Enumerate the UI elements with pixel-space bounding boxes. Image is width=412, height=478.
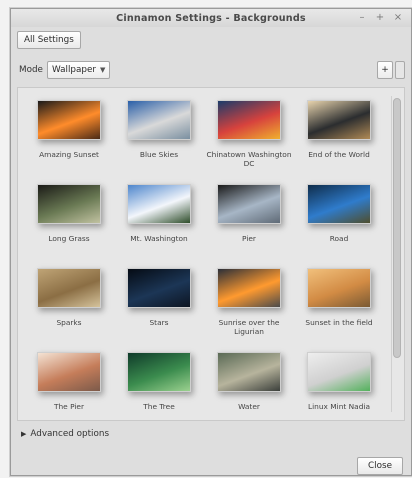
wallpaper-caption: The Tree [143, 402, 175, 411]
wallpaper-tile[interactable]: The Tree [114, 348, 204, 432]
scrollbar-thumb[interactable] [393, 98, 401, 358]
wallpaper-thumbnail[interactable] [37, 100, 101, 140]
wallpaper-caption: Chinatown Washington DC [206, 150, 292, 168]
window-controls: – + × [357, 12, 403, 23]
wallpaper-tile[interactable]: Mt. Washington [114, 180, 204, 264]
wallpaper-tile[interactable]: Stars [114, 264, 204, 348]
wallpaper-thumbnail[interactable] [307, 100, 371, 140]
disclosure-triangle-icon: ▶ [21, 430, 27, 438]
wallpaper-thumbnail[interactable] [307, 184, 371, 224]
backgrounds-window: Cinnamon Settings - Backgrounds – + × Al… [10, 8, 412, 476]
wallpaper-caption: End of the World [308, 150, 370, 159]
mode-select[interactable]: Wallpaper ▼ [46, 61, 111, 79]
wallpaper-tile[interactable]: Sparks [24, 264, 114, 348]
advanced-options-label: Advanced options [30, 429, 110, 439]
wallpaper-tile[interactable]: The Pier [24, 348, 114, 432]
wallpaper-thumbnail[interactable] [127, 352, 191, 392]
gallery-scrollbar[interactable] [391, 96, 401, 412]
wallpaper-caption: Long Grass [48, 234, 90, 243]
wallpaper-thumbnail[interactable] [127, 100, 191, 140]
wallpaper-caption: Sparks [56, 318, 82, 327]
wallpaper-caption: Road [329, 234, 349, 243]
wallpaper-caption: Mt. Washington [130, 234, 188, 243]
advanced-options-toggle[interactable]: ▶ Advanced options [21, 429, 109, 439]
wallpaper-thumbnail[interactable] [217, 268, 281, 308]
wallpaper-tile[interactable]: Chinatown Washington DC [204, 96, 294, 180]
wallpaper-caption: Linux Mint Nadia [308, 402, 370, 411]
wallpaper-tile[interactable]: Sunrise over the Ligurian [204, 264, 294, 348]
wallpaper-tile[interactable]: Linux Mint Nadia [294, 348, 384, 432]
wallpaper-thumbnail[interactable] [307, 352, 371, 392]
minimize-button[interactable]: – [357, 12, 367, 23]
wallpaper-thumbnail[interactable] [127, 268, 191, 308]
wallpaper-tile[interactable]: Road [294, 180, 384, 264]
wallpaper-thumbnail[interactable] [37, 268, 101, 308]
wallpaper-caption: Blue Skies [139, 150, 179, 159]
close-window-button[interactable]: × [393, 12, 403, 23]
close-button[interactable]: Close [357, 457, 403, 475]
window-titlebar[interactable]: Cinnamon Settings - Backgrounds – + × [11, 9, 411, 27]
wallpaper-tile[interactable]: Blue Skies [114, 96, 204, 180]
all-settings-button[interactable]: All Settings [17, 31, 81, 49]
mode-row: Mode Wallpaper ▼ + [19, 61, 405, 79]
wallpaper-thumbnail[interactable] [217, 184, 281, 224]
wallpaper-tile[interactable]: Water [204, 348, 294, 432]
maximize-button[interactable]: + [375, 12, 385, 23]
wallpaper-gallery: Amazing Sunset Blue Skies Chinatown Washin… [17, 87, 405, 421]
wallpaper-caption: Sunrise over the Ligurian [218, 318, 280, 336]
wallpaper-caption: The Pier [53, 402, 85, 411]
wallpaper-caption: Sunset in the field [305, 318, 373, 327]
wallpaper-thumbnail[interactable] [127, 184, 191, 224]
wallpaper-tile[interactable]: Amazing Sunset [24, 96, 114, 180]
window-title: Cinnamon Settings - Backgrounds [116, 12, 306, 24]
wallpaper-tile[interactable]: Pier [204, 180, 294, 264]
mode-label: Mode [19, 65, 43, 75]
wallpaper-thumbnail[interactable] [217, 352, 281, 392]
wallpaper-thumbnail[interactable] [217, 100, 281, 140]
add-button[interactable]: + [377, 61, 393, 79]
wallpaper-tile[interactable]: Long Grass [24, 180, 114, 264]
wallpaper-caption: Stars [149, 318, 169, 327]
wallpaper-tile[interactable]: Sunset in the field [294, 264, 384, 348]
top-right-scroll[interactable] [395, 61, 405, 79]
chevron-down-icon: ▼ [99, 66, 106, 74]
wallpaper-thumbnail[interactable] [37, 352, 101, 392]
wallpaper-thumbnail[interactable] [37, 184, 101, 224]
wallpaper-caption: Water [238, 402, 260, 411]
wallpaper-thumbnail[interactable] [307, 268, 371, 308]
wallpaper-tile[interactable]: End of the World [294, 96, 384, 180]
mode-select-value: Wallpaper [51, 65, 96, 75]
wallpaper-grid: Amazing Sunset Blue Skies Chinatown Washin… [24, 96, 384, 432]
wallpaper-caption: Pier [242, 234, 256, 243]
wallpaper-caption: Amazing Sunset [39, 150, 99, 159]
